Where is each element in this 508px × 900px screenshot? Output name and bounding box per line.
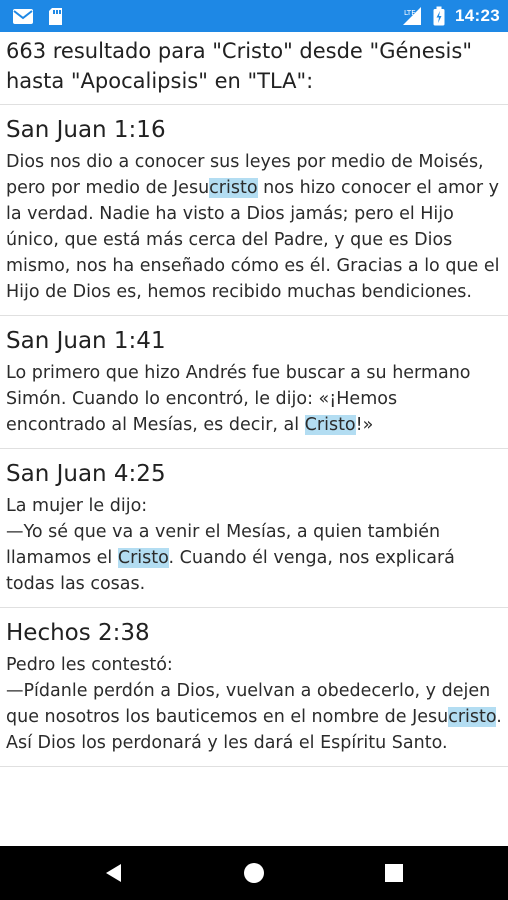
verse-reference: Hechos 2:38 — [6, 620, 150, 646]
verse-text-segment: Lo primero que hizo Andrés fue buscar a … — [6, 363, 471, 435]
svg-text:LTE: LTE — [404, 9, 416, 17]
sd-card-icon — [48, 7, 63, 26]
status-time: 14:23 — [455, 6, 500, 25]
battery-icon — [433, 6, 445, 26]
search-term-highlight: Cristo — [304, 415, 356, 435]
status-bar: LTE 14:23 — [0, 0, 508, 32]
navigation-bar — [0, 846, 508, 900]
search-term-highlight: cristo — [209, 178, 258, 198]
search-results-view[interactable]: 663 resultado para "Cristo" desde "Génes… — [0, 32, 508, 846]
verse-text-segment: Pedro les contestó: — [6, 655, 173, 675]
recents-icon[interactable] — [379, 858, 409, 888]
result-item[interactable]: Hechos 2:38 Pedro les contestó: —Pídanle p… — [0, 608, 508, 767]
result-item[interactable]: San Juan 4:25 La mujer le dijo: —Yo sé que… — [0, 449, 508, 608]
verse-reference: San Juan 4:25 — [6, 461, 166, 487]
verse-text: Dios nos dio a conocer sus leyes por med… — [6, 149, 502, 305]
verse-text: La mujer le dijo: —Yo sé que va a venir e… — [6, 493, 502, 597]
result-item[interactable]: San Juan 1:16 Dios nos dio a conocer sus … — [0, 105, 508, 316]
verse-text-segment: La mujer le dijo: — [6, 496, 148, 516]
results-list: San Juan 1:16 Dios nos dio a conocer sus … — [0, 105, 508, 767]
verse-text: Lo primero que hizo Andrés fue buscar a … — [6, 360, 502, 438]
verse-text: Pedro les contestó: —Pídanle perdón a Dio… — [6, 652, 502, 756]
gmail-icon — [12, 8, 34, 25]
home-icon[interactable] — [239, 858, 269, 888]
search-term-highlight: cristo — [448, 707, 497, 727]
search-summary: 663 resultado para "Cristo" desde "Génes… — [0, 32, 508, 105]
search-term-highlight: Cristo — [117, 548, 169, 568]
verse-reference: San Juan 1:16 — [6, 117, 166, 143]
back-icon[interactable] — [99, 858, 129, 888]
result-item[interactable]: San Juan 1:41 Lo primero que hizo Andrés … — [0, 316, 508, 449]
verse-reference: San Juan 1:41 — [6, 328, 166, 354]
verse-text-segment: !» — [355, 415, 374, 435]
verse-text-segment: —Pídanle perdón a Dios, vuelvan a obedec… — [6, 681, 491, 727]
signal-lte-icon: LTE — [401, 6, 423, 26]
